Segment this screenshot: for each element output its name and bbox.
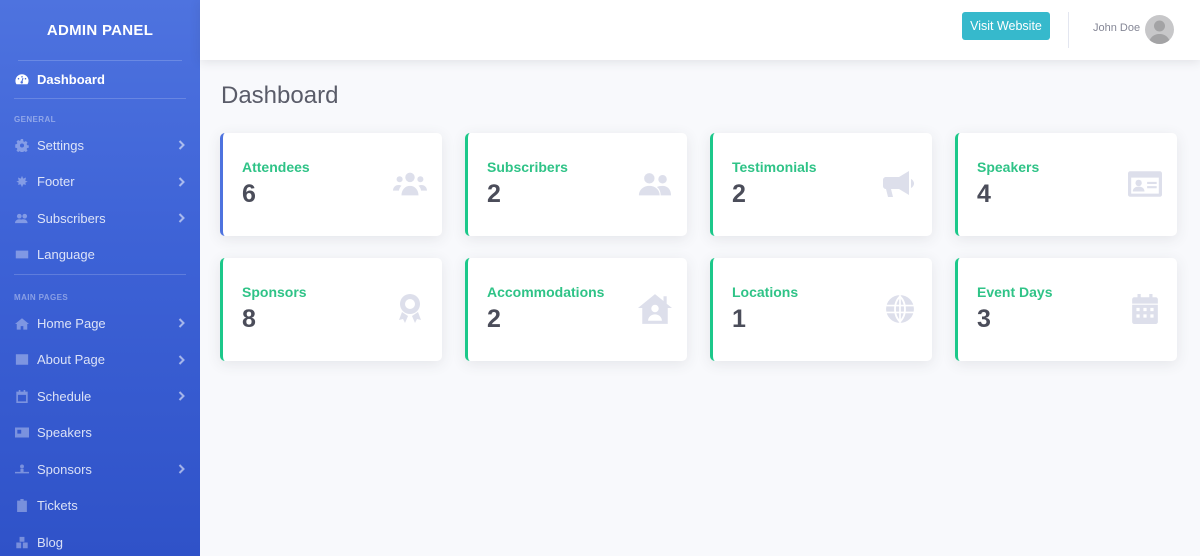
sidebar-item-label: Home Page — [37, 315, 106, 331]
sidebar-item-sponsors[interactable]: Sponsors — [0, 451, 200, 488]
card-label: Speakers — [977, 159, 1040, 175]
sidebar-item-dashboard[interactable]: Dashboard — [0, 61, 200, 98]
stat-card-attendees[interactable]: Attendees 6 — [220, 133, 442, 236]
card-label: Subscribers — [487, 159, 568, 175]
sidebar-item-label: Blog — [37, 534, 64, 550]
globe-icon — [882, 294, 918, 324]
sidebar-item-subscribers[interactable]: Subscribers — [0, 200, 200, 237]
sidebar-item-about-page[interactable]: About Page — [0, 342, 200, 379]
sidebar-item-blog[interactable]: Blog — [0, 524, 200, 556]
house-user-icon — [637, 294, 673, 324]
chevron-right-icon — [176, 391, 186, 401]
sidebar-item-label: Settings — [37, 137, 84, 153]
chevron-right-icon — [176, 355, 186, 365]
card-value: 2 — [732, 180, 746, 208]
id-card-icon — [1127, 169, 1163, 199]
sidebar-item-schedule[interactable]: Schedule — [0, 378, 200, 415]
stat-card-locations[interactable]: Locations 1 — [710, 258, 932, 361]
stat-card-testimonials[interactable]: Testimonials 2 — [710, 133, 932, 236]
tachometer-icon — [14, 73, 30, 87]
sidebar-divider — [14, 98, 186, 99]
keyboard-icon — [14, 248, 30, 262]
award-icon — [392, 294, 428, 324]
page-title: Dashboard — [221, 82, 339, 109]
sidebar-item-footer[interactable]: Footer — [0, 164, 200, 201]
topbar: Visit Website John Doe — [200, 0, 1200, 60]
card-value: 1 — [732, 305, 746, 333]
card-value: 6 — [242, 180, 256, 208]
calendar-check-icon — [14, 389, 30, 403]
card-label: Accommodations — [487, 284, 605, 300]
stat-card-accommodations[interactable]: Accommodations 2 — [465, 258, 687, 361]
stat-card-subscribers[interactable]: Subscribers 2 — [465, 133, 687, 236]
sidebar: ADMIN PANEL Dashboard GENERAL Settings F… — [0, 0, 200, 556]
calendar-icon — [1127, 294, 1163, 324]
sidebar-item-label: Footer — [37, 174, 75, 190]
card-label: Attendees — [242, 159, 310, 175]
chevron-right-icon — [176, 177, 186, 187]
user-group-icon — [14, 211, 30, 225]
clipboard-icon — [14, 499, 30, 513]
home-icon — [14, 316, 30, 330]
sidebar-item-label: About Page — [37, 352, 105, 368]
gear-icon — [14, 138, 30, 152]
handshake-icon — [14, 462, 30, 476]
stat-card-event-days[interactable]: Event Days 3 — [955, 258, 1177, 361]
card-value: 2 — [487, 305, 501, 333]
window-icon — [14, 353, 30, 367]
sidebar-item-label: Sponsors — [37, 461, 92, 477]
sidebar-item-speakers[interactable]: Speakers — [0, 415, 200, 452]
cubes-icon — [14, 535, 30, 549]
card-label: Sponsors — [242, 284, 307, 300]
chevron-right-icon — [176, 318, 186, 328]
user-name[interactable]: John Doe — [1093, 22, 1140, 34]
sidebar-divider — [14, 274, 186, 275]
user-avatar-icon[interactable] — [1145, 15, 1174, 44]
stat-card-sponsors[interactable]: Sponsors 8 — [220, 258, 442, 361]
brand-title[interactable]: ADMIN PANEL — [0, 0, 200, 60]
sidebar-item-tickets[interactable]: Tickets — [0, 488, 200, 525]
sidebar-item-settings[interactable]: Settings — [0, 127, 200, 164]
sidebar-item-label: Speakers — [37, 425, 92, 441]
chevron-right-icon — [176, 213, 186, 223]
card-label: Event Days — [977, 284, 1053, 300]
id-card-icon — [14, 426, 30, 440]
sidebar-item-home-page[interactable]: Home Page — [0, 305, 200, 342]
sidebar-heading-general: GENERAL — [14, 115, 56, 124]
sidebar-item-label: Subscribers — [37, 210, 106, 226]
card-label: Testimonials — [732, 159, 817, 175]
chevron-right-icon — [176, 464, 186, 474]
sidebar-item-label: Tickets — [37, 498, 78, 514]
card-value: 3 — [977, 305, 991, 333]
leaf-icon — [14, 175, 30, 189]
users-icon — [392, 169, 428, 199]
sidebar-heading-main-pages: MAIN PAGES — [14, 293, 69, 302]
stat-card-speakers[interactable]: Speakers 4 — [955, 133, 1177, 236]
sidebar-item-label: Language — [37, 247, 95, 263]
bullhorn-icon — [882, 169, 918, 199]
card-value: 2 — [487, 180, 501, 208]
card-value: 8 — [242, 305, 256, 333]
visit-website-button[interactable]: Visit Website — [962, 12, 1050, 40]
sidebar-item-language[interactable]: Language — [0, 237, 200, 274]
card-label: Locations — [732, 284, 799, 300]
user-friends-icon — [637, 169, 673, 199]
sidebar-item-label: Dashboard — [37, 72, 105, 87]
sidebar-item-label: Schedule — [37, 388, 92, 404]
chevron-right-icon — [176, 140, 186, 150]
card-value: 4 — [977, 180, 991, 208]
topbar-divider — [1068, 12, 1069, 48]
